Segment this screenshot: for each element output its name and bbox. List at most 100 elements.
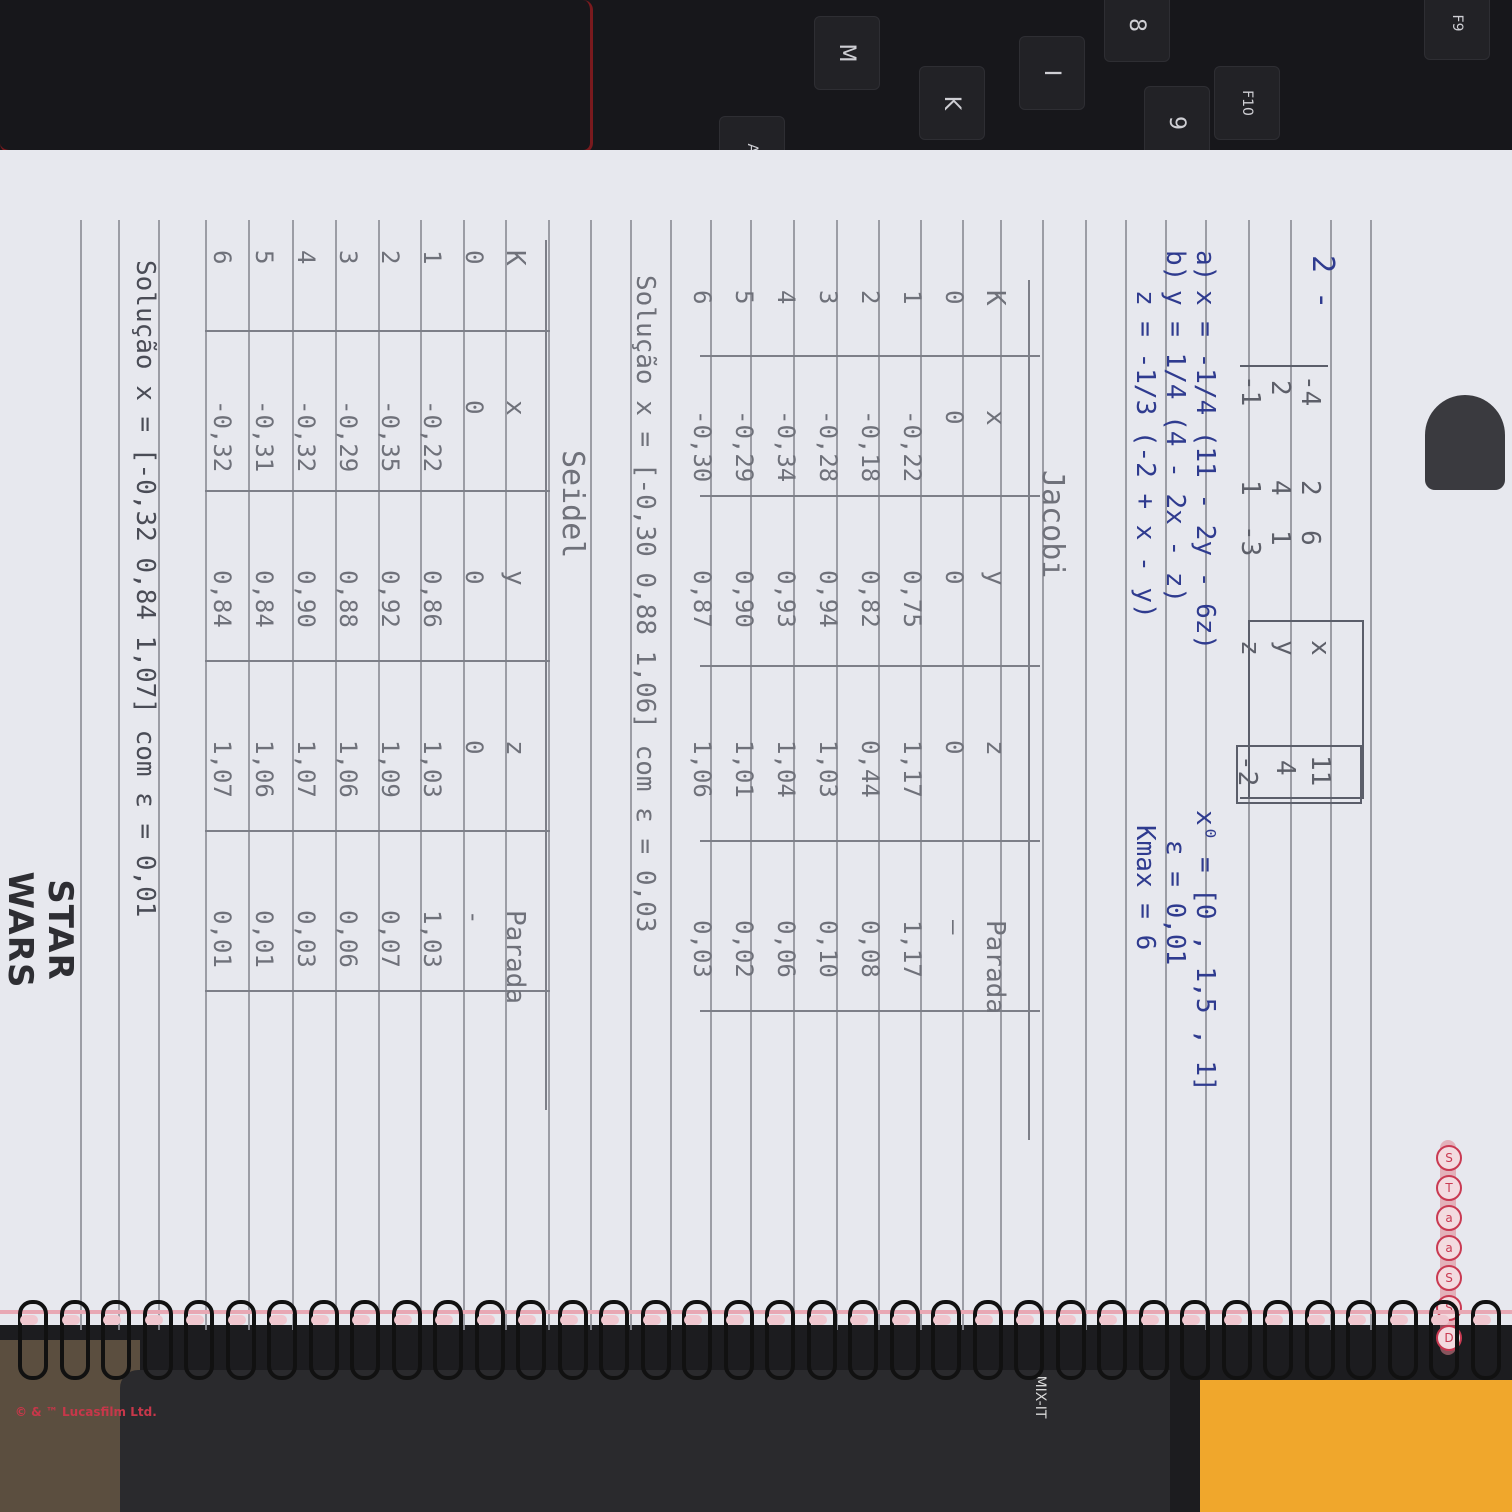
seidel-cell: 0,90: [292, 570, 320, 628]
seidel-cell: -0,29: [334, 400, 362, 473]
vector-z: z: [1235, 640, 1265, 656]
notebook-page: STAR WARS © & ™ Lucasfilm Ltd. S T a a S…: [0, 150, 1512, 1419]
seidel-cell: 6: [208, 250, 236, 265]
seidel-cell: 1,06: [250, 740, 278, 798]
jacobi-header-4: Parada: [980, 920, 1010, 1014]
spiral-ring: [848, 1300, 878, 1380]
vector-y: y: [1270, 640, 1300, 656]
spiral-ring: [1014, 1300, 1044, 1380]
binding-hole: [103, 1315, 121, 1325]
binding-hole: [1057, 1315, 1076, 1325]
ruled-line: [670, 220, 672, 1330]
seidel-cell: 1,07: [292, 740, 320, 798]
jacobi-cell: 1,04: [772, 740, 800, 798]
key-i[interactable]: I: [1019, 36, 1085, 110]
spiral-ring: [931, 1300, 961, 1380]
spiral-ring: [225, 1300, 256, 1380]
seidel-cell: 3: [334, 250, 362, 265]
key-8[interactable]: 8: [1104, 0, 1170, 62]
star-wars-logo: STAR WARS: [0, 871, 80, 989]
seidel-cell: 1,09: [376, 740, 404, 798]
spiral-ring: [1304, 1300, 1335, 1380]
spiral-ring: [1180, 1300, 1210, 1380]
matrix-row-2-col-1: 2: [1265, 380, 1295, 396]
binding-hole: [186, 1315, 204, 1325]
matrix-row-1-col-2: 2: [1295, 480, 1325, 496]
spiral-ring: [640, 1300, 671, 1380]
matrix-row-1-col-3: 6: [1295, 530, 1325, 546]
jacobi-col-line: [700, 495, 1040, 497]
jacobi-header-2: y: [980, 570, 1010, 586]
key-9[interactable]: 9: [1144, 86, 1210, 160]
spiral-ring: [889, 1300, 920, 1380]
seidel-cell: 2: [376, 250, 404, 265]
spiral-ring: [1221, 1300, 1252, 1380]
jacobi-cell: 0,93: [772, 570, 800, 628]
binding-hole: [601, 1315, 619, 1325]
jacobi-cell: 0,87: [688, 570, 716, 628]
seidel-cell: 0,01: [208, 910, 236, 968]
jacobi-cell: -0,18: [856, 410, 884, 483]
jacobi-cell: 0,10: [814, 920, 842, 978]
jacobi-cell: -0,29: [730, 410, 758, 483]
jacobi-cell: 0: [940, 410, 968, 425]
binding-hole: [61, 1315, 80, 1325]
jacobi-header-0: K: [980, 290, 1010, 306]
stamp-bubble: T: [1436, 1175, 1462, 1201]
ruled-line: [590, 220, 592, 1330]
matrix-row-3-col-2: 1: [1235, 480, 1265, 496]
spiral-ring: [267, 1300, 297, 1380]
binding-hole: [227, 1315, 246, 1325]
spiral-ring: [765, 1300, 795, 1380]
spiral-binding: [0, 1300, 1512, 1380]
part-a-label: a): [1190, 250, 1220, 282]
jacobi-cell: 0,06: [772, 920, 800, 978]
binding-hole: [1431, 1315, 1449, 1325]
matrix-row-2-col-2: 4: [1265, 480, 1295, 496]
binding-hole: [352, 1315, 370, 1325]
seidel-cell: 1,07: [208, 740, 236, 798]
problem-number: 2 -: [1305, 255, 1340, 310]
jacobi-cell: 0,44: [856, 740, 884, 798]
jacobi-col-line: [700, 665, 1040, 667]
binding-hole: [1016, 1315, 1034, 1325]
binding-hole: [891, 1315, 910, 1325]
kmax: Kmax = 6: [1130, 825, 1160, 951]
spiral-ring: [350, 1300, 380, 1380]
jacobi-title: Jacobi: [1035, 470, 1070, 579]
ruled-line: [1370, 220, 1372, 1330]
stamp-bubble: S: [1436, 1145, 1462, 1171]
binding-hole: [725, 1315, 744, 1325]
copyright-text: © & ™ Lucasfilm Ltd.: [15, 1405, 157, 1419]
key-m[interactable]: M: [814, 16, 880, 90]
key-f10[interactable]: F10: [1214, 66, 1280, 140]
binding-hole: [1223, 1315, 1242, 1325]
binding-hole: [1389, 1315, 1408, 1325]
key-k[interactable]: K: [919, 66, 985, 140]
seidel-cell: 0,01: [250, 910, 278, 968]
spiral-ring: [599, 1300, 629, 1380]
binding-hole: [933, 1315, 951, 1325]
binding-hole: [1306, 1315, 1325, 1325]
binding-hole: [559, 1315, 578, 1325]
binding-hole: [684, 1315, 702, 1325]
jacobi-cell: 1,17: [898, 920, 926, 978]
jacobi-cell: -0,28: [814, 410, 842, 483]
jacobi-col-line: [700, 840, 1040, 842]
seidel-cell: 1,03: [418, 910, 446, 968]
binding-hole: [767, 1315, 785, 1325]
jacobi-cell: 0,03: [688, 920, 716, 978]
seidel-cell: 0,84: [208, 570, 236, 628]
binding-hole: [1140, 1315, 1159, 1325]
spiral-ring: [433, 1300, 463, 1380]
jacobi-cell: —: [940, 920, 968, 935]
jacobi-cell: 1,17: [898, 740, 926, 798]
jacobi-header-1: x: [980, 410, 1010, 426]
key-f9[interactable]: F9: [1424, 0, 1490, 60]
spiral-ring: [1429, 1300, 1459, 1380]
spiral-ring: [1470, 1300, 1501, 1380]
binding-hole: [808, 1315, 827, 1325]
ruled-line: [1085, 220, 1087, 1330]
jacobi-col-line: [700, 355, 1040, 357]
seidel-col-line: [205, 330, 550, 332]
